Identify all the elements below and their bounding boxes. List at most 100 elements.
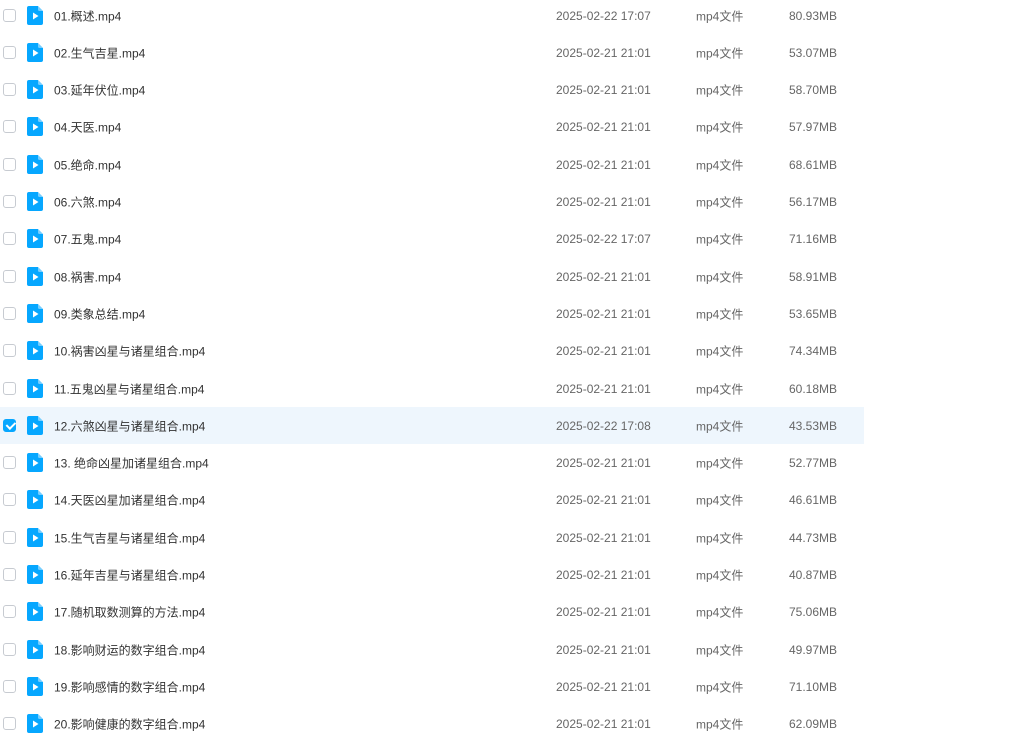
file-name[interactable]: 05.绝命.mp4 xyxy=(54,156,121,173)
file-row-6[interactable]: 06.六煞.mp4 2025-02-21 21:01 mp4文件 56.17MB xyxy=(0,184,864,221)
row-checkbox[interactable] xyxy=(3,306,16,320)
video-file-icon xyxy=(27,714,43,734)
file-row-10[interactable]: 10.祸害凶星与诸星组合.mp4 2025-02-21 21:01 mp4文件 … xyxy=(0,333,864,370)
file-row-9[interactable]: 09.类象总结.mp4 2025-02-21 21:01 mp4文件 53.65… xyxy=(0,295,864,332)
file-row-5[interactable]: 05.绝命.mp4 2025-02-21 21:01 mp4文件 68.61MB xyxy=(0,146,864,183)
file-size: 74.34MB xyxy=(789,344,838,359)
file-row-20[interactable]: 20.影响健康的数字组合.mp4 2025-02-21 21:01 mp4文件 … xyxy=(0,706,864,743)
file-row-15[interactable]: 15.生气吉星与诸星组合.mp4 2025-02-21 21:01 mp4文件 … xyxy=(0,519,864,556)
row-checkbox[interactable] xyxy=(3,269,16,283)
file-name[interactable]: 01.概述.mp4 xyxy=(54,7,121,24)
file-row-3[interactable]: 03.延年伏位.mp4 2025-02-21 21:01 mp4文件 58.70… xyxy=(0,72,864,109)
video-file-icon xyxy=(27,42,43,62)
row-checkbox[interactable] xyxy=(3,493,16,507)
file-size: 71.16MB xyxy=(789,232,838,247)
video-file-icon xyxy=(27,602,43,622)
file-modified-date: 2025-02-21 21:01 xyxy=(556,45,651,60)
file-name[interactable]: 20.影响健康的数字组合.mp4 xyxy=(54,716,205,733)
file-name[interactable]: 19.影响感情的数字组合.mp4 xyxy=(54,678,205,695)
row-checkbox[interactable] xyxy=(3,530,16,544)
file-modified-date: 2025-02-21 21:01 xyxy=(556,679,651,694)
file-row-2[interactable]: 02.生气吉星.mp4 2025-02-21 21:01 mp4文件 53.07… xyxy=(0,34,864,71)
file-name[interactable]: 08.祸害.mp4 xyxy=(54,268,121,285)
file-modified-date: 2025-02-21 21:01 xyxy=(556,717,651,732)
row-checkbox[interactable] xyxy=(3,120,16,134)
video-file-icon xyxy=(27,676,43,696)
row-checkbox[interactable] xyxy=(3,642,16,656)
row-checkbox[interactable] xyxy=(3,83,16,97)
file-row-16[interactable]: 16.延年吉星与诸星组合.mp4 2025-02-21 21:01 mp4文件 … xyxy=(0,557,864,594)
row-checkbox[interactable] xyxy=(3,344,16,358)
file-row-18[interactable]: 18.影响财运的数字组合.mp4 2025-02-21 21:01 mp4文件 … xyxy=(0,631,864,668)
file-size: 46.61MB xyxy=(789,493,838,508)
file-name[interactable]: 16.延年吉星与诸星组合.mp4 xyxy=(54,567,205,584)
file-row-17[interactable]: 17.随机取数测算的方法.mp4 2025-02-21 21:01 mp4文件 … xyxy=(0,594,864,631)
file-name[interactable]: 02.生气吉星.mp4 xyxy=(54,44,145,61)
file-size: 68.61MB xyxy=(789,157,838,172)
video-file-icon xyxy=(27,154,43,174)
file-type: mp4文件 xyxy=(696,120,744,135)
file-row-7[interactable]: 07.五鬼.mp4 2025-02-22 17:07 mp4文件 71.16MB xyxy=(0,221,864,258)
file-name[interactable]: 14.天医凶星加诸星组合.mp4 xyxy=(54,492,205,509)
file-modified-date: 2025-02-21 21:01 xyxy=(556,642,651,657)
file-row-19[interactable]: 19.影响感情的数字组合.mp4 2025-02-21 21:01 mp4文件 … xyxy=(0,668,864,705)
row-checkbox[interactable] xyxy=(3,456,16,470)
file-type: mp4文件 xyxy=(696,270,744,285)
file-modified-date: 2025-02-22 17:07 xyxy=(556,232,651,247)
file-row-12[interactable]: 12.六煞凶星与诸星组合.mp4 2025-02-22 17:08 mp4文件 … xyxy=(0,407,864,445)
file-row-8[interactable]: 08.祸害.mp4 2025-02-21 21:01 mp4文件 58.91MB xyxy=(0,258,864,295)
video-file-icon xyxy=(27,490,43,510)
row-checkbox[interactable] xyxy=(3,679,16,693)
file-name[interactable]: 13. 绝命凶星加诸星组合.mp4 xyxy=(54,455,209,472)
row-checkbox[interactable] xyxy=(3,381,16,395)
file-type: mp4文件 xyxy=(696,605,744,620)
file-row-13[interactable]: 13. 绝命凶星加诸星组合.mp4 2025-02-21 21:01 mp4文件… xyxy=(0,445,864,482)
file-size: 53.65MB xyxy=(789,306,838,321)
file-name[interactable]: 11.五鬼凶星与诸星组合.mp4 xyxy=(54,380,204,397)
file-modified-date: 2025-02-21 21:01 xyxy=(556,530,651,545)
video-file-icon xyxy=(27,565,43,584)
row-checkbox[interactable] xyxy=(3,8,16,22)
video-file-icon xyxy=(27,229,43,249)
file-name[interactable]: 07.五鬼.mp4 xyxy=(54,231,121,248)
row-checkbox[interactable] xyxy=(3,568,16,581)
video-file-icon xyxy=(27,5,43,25)
file-row-1[interactable]: 01.概述.mp4 2025-02-22 17:07 mp4文件 80.93MB xyxy=(0,0,864,34)
file-size: 56.17MB xyxy=(789,195,838,209)
file-size: 75.06MB xyxy=(789,605,838,620)
row-checkbox[interactable] xyxy=(3,605,16,619)
file-modified-date: 2025-02-22 17:07 xyxy=(556,8,651,23)
file-name[interactable]: 10.祸害凶星与诸星组合.mp4 xyxy=(54,343,205,360)
file-modified-date: 2025-02-21 21:01 xyxy=(556,83,651,98)
file-modified-date: 2025-02-22 17:08 xyxy=(556,418,651,433)
file-name[interactable]: 04.天医.mp4 xyxy=(54,119,121,136)
file-type: mp4文件 xyxy=(696,680,744,695)
file-name[interactable]: 17.随机取数测算的方法.mp4 xyxy=(54,604,205,621)
file-modified-date: 2025-02-21 21:01 xyxy=(556,605,651,620)
file-name[interactable]: 18.影响财运的数字组合.mp4 xyxy=(54,641,205,658)
row-checkbox[interactable] xyxy=(3,418,16,432)
file-size: 43.53MB xyxy=(789,418,838,433)
file-row-14[interactable]: 14.天医凶星加诸星组合.mp4 2025-02-21 21:01 mp4文件 … xyxy=(0,482,864,519)
row-checkbox[interactable] xyxy=(3,45,16,59)
file-type: mp4文件 xyxy=(696,344,744,359)
file-size: 62.09MB xyxy=(789,717,838,732)
file-row-4[interactable]: 04.天医.mp4 2025-02-21 21:01 mp4文件 57.97MB xyxy=(0,109,864,146)
video-file-icon xyxy=(27,378,43,398)
file-name[interactable]: 09.类象总结.mp4 xyxy=(54,305,145,322)
row-checkbox[interactable] xyxy=(3,157,16,171)
file-type: mp4文件 xyxy=(696,382,744,396)
row-checkbox[interactable] xyxy=(3,195,16,208)
row-checkbox[interactable] xyxy=(3,717,16,731)
file-name[interactable]: 12.六煞凶星与诸星组合.mp4 xyxy=(54,417,205,434)
row-checkbox[interactable] xyxy=(3,232,16,246)
file-type: mp4文件 xyxy=(696,493,744,508)
file-size: 52.77MB xyxy=(789,456,838,471)
file-type: mp4文件 xyxy=(696,531,744,546)
file-name[interactable]: 06.六煞.mp4 xyxy=(54,194,121,211)
file-modified-date: 2025-02-21 21:01 xyxy=(556,120,651,135)
file-name[interactable]: 15.生气吉星与诸星组合.mp4 xyxy=(54,529,205,546)
file-name[interactable]: 03.延年伏位.mp4 xyxy=(54,82,145,99)
file-row-11[interactable]: 11.五鬼凶星与诸星组合.mp4 2025-02-21 21:01 mp4文件 … xyxy=(0,370,864,407)
file-size: 58.70MB xyxy=(789,83,838,98)
